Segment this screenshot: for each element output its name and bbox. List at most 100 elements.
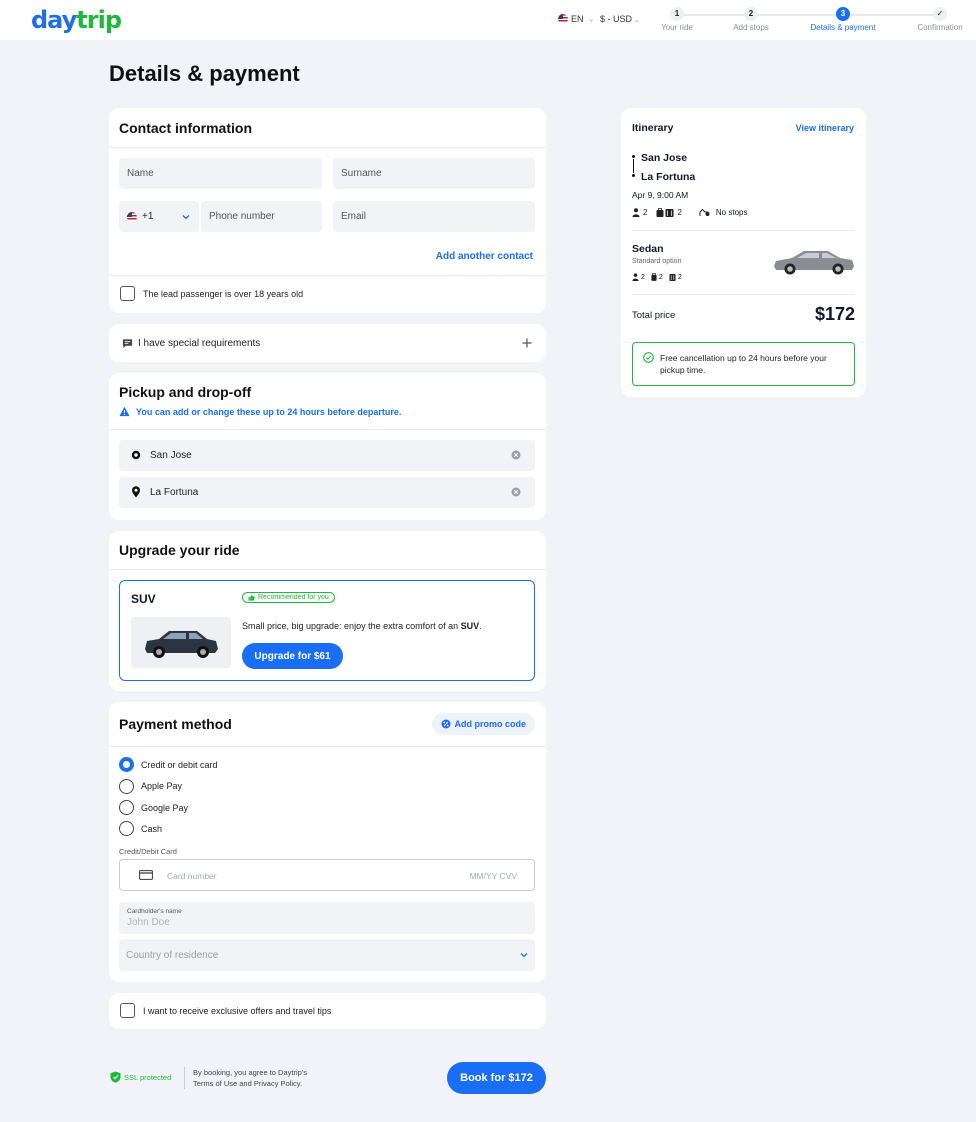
upgrade-text: Small price, big upgrade: enjoy the extr… — [242, 621, 461, 631]
warning-icon — [119, 406, 130, 417]
divider — [109, 746, 546, 747]
page-title: Details & payment — [109, 61, 300, 86]
itinerary-title: Itinerary — [632, 122, 674, 134]
clear-icon[interactable] — [511, 450, 521, 460]
currency-selector[interactable]: $ - USD ⌄ — [600, 14, 640, 24]
upgrade-ride-card: Upgrade your ride SUV Recommended for yo… — [109, 531, 546, 691]
dropoff-location-field[interactable]: La Fortuna — [119, 477, 535, 508]
itinerary-origin: San Jose — [641, 152, 688, 164]
cardholder-label: Cardholder's name — [127, 908, 182, 915]
name-field[interactable]: Name — [119, 158, 322, 189]
google-pay-label: Google Pay — [141, 803, 189, 813]
chevron-down-icon — [182, 215, 190, 220]
pickup-notice: You can add or change these up to 24 hou… — [136, 407, 402, 417]
radio-credit-card[interactable] — [119, 757, 134, 772]
country-select[interactable]: Country of residence — [119, 939, 535, 971]
apple-pay-label: Apple Pay — [141, 781, 183, 791]
book-button[interactable]: Book for $172 — [447, 1062, 546, 1094]
suv-upgrade-option[interactable]: SUV Recommended for you Small price, big… — [119, 580, 535, 681]
top-bar: daytrip EN ⌄ $ - USD ⌄ 1 Your ride 2 Add … — [0, 0, 976, 40]
upgrade-description: Small price, big upgrade: enjoy the extr… — [242, 621, 482, 631]
cancellation-text: Free cancellation up to 24 hours before … — [660, 353, 827, 375]
phone-placeholder: Phone number — [209, 211, 275, 222]
surname-field[interactable]: Surname — [333, 158, 535, 189]
vehicle-capacity: 2 2 2 — [632, 273, 682, 281]
ssl-shield-icon — [110, 1071, 121, 1083]
add-promo-code-button[interactable]: Add promo code — [431, 713, 535, 735]
credit-card-label: Credit or debit card — [141, 760, 218, 770]
lead-passenger-label: The lead passenger is over 18 years old — [143, 289, 304, 299]
offers-checkbox[interactable] — [120, 1003, 135, 1018]
pickup-location-field[interactable]: San Jose — [119, 440, 535, 471]
radio-apple-pay[interactable] — [119, 779, 134, 794]
special-requirements-label: I have special requirements — [138, 338, 261, 349]
phone-code-select[interactable]: +1 — [119, 201, 199, 232]
phone-number-field[interactable]: Phone number — [201, 201, 322, 232]
step-add-stops[interactable]: 2 Add stops — [716, 7, 786, 32]
step-label: Your ride — [661, 23, 693, 32]
terms-text: By booking, you agree to Daytrip's Terms… — [193, 1067, 307, 1089]
plus-icon[interactable] — [522, 338, 532, 348]
recommended-badge: Recommended for you — [242, 592, 335, 603]
itinerary-vehicle: Sedan — [632, 243, 664, 255]
name-placeholder: Name — [127, 168, 154, 179]
step-your-ride[interactable]: 1 Your ride — [642, 7, 712, 32]
divider — [109, 429, 546, 430]
email-placeholder: Email — [341, 211, 367, 222]
suv-car-icon — [145, 631, 218, 658]
phone-code: +1 — [142, 211, 154, 222]
passenger-count: 2 — [643, 208, 648, 217]
lead-passenger-checkbox[interactable] — [120, 286, 135, 301]
step-number: 3 — [836, 7, 850, 21]
add-another-contact-link[interactable]: Add another contact — [436, 251, 533, 262]
view-itinerary-link[interactable]: View itinerary — [796, 123, 854, 133]
divider — [632, 230, 855, 231]
daytrip-logo[interactable]: daytrip — [31, 6, 122, 34]
step-confirmation: ✓ Confirmation — [905, 7, 975, 32]
vehicle-luggage: 2 — [677, 273, 682, 281]
route-line — [633, 159, 634, 173]
suv-label: SUV — [131, 592, 156, 606]
step-number: 1 — [670, 7, 684, 21]
vehicle-bags: 2 — [658, 273, 663, 281]
divider — [109, 147, 546, 148]
cardholder-placeholder: John Doe — [127, 917, 170, 928]
upgrade-button[interactable]: Upgrade for $61 — [242, 643, 343, 669]
passenger-icon — [632, 208, 640, 217]
expiry-cvv-placeholder: MM/YY CVV — [469, 871, 517, 881]
us-flag-icon — [127, 211, 137, 222]
itinerary-summary: 2 2 No stops — [632, 208, 747, 217]
chevron-down-icon — [520, 953, 528, 958]
sedan-car-image — [774, 251, 854, 275]
itinerary-destination: La Fortuna — [641, 171, 696, 183]
pickup-title: Pickup and drop-off — [119, 384, 252, 400]
step-number: 2 — [744, 7, 758, 21]
special-requirements-card[interactable]: I have special requirements — [109, 324, 546, 362]
card-number-field[interactable]: Card number MM/YY CVV — [119, 859, 535, 891]
comment-icon — [122, 339, 133, 349]
progress-stepper: 1 Your ride 2 Add stops 3 Details & paym… — [652, 7, 970, 35]
email-field[interactable]: Email — [333, 201, 535, 232]
credit-card-icon — [139, 870, 153, 880]
terms-link[interactable]: Terms of Use and Privacy Policy. — [193, 1078, 307, 1089]
card-number-placeholder: Card number — [167, 871, 217, 881]
route-end-dot — [632, 174, 635, 177]
itinerary-card: Itinerary View itinerary San Jose La For… — [621, 108, 866, 397]
radio-google-pay[interactable] — [119, 800, 134, 815]
cash-label: Cash — [141, 824, 163, 834]
recommended-badge-text: Recommended for you — [258, 594, 329, 601]
promo-label: Add promo code — [454, 719, 527, 729]
promo-tag-icon — [441, 719, 450, 729]
payment-title: Payment method — [119, 716, 232, 732]
language-selector[interactable]: EN ⌄ — [558, 14, 594, 24]
location-pin-icon — [132, 486, 140, 498]
stops-icon — [699, 208, 710, 216]
chevron-down-icon: ⌄ — [588, 16, 595, 23]
cardholder-name-field[interactable]: Cardholder's name John Doe — [119, 902, 535, 934]
terms-line-1: By booking, you agree to Daytrip's — [193, 1068, 307, 1077]
radio-cash[interactable] — [119, 821, 134, 836]
dropoff-location-value: La Fortuna — [150, 487, 199, 498]
upgrade-text-end: . — [479, 621, 482, 631]
contact-information-card: Contact information Name Surname +1 Phon… — [109, 108, 546, 313]
clear-icon[interactable] — [511, 487, 521, 497]
